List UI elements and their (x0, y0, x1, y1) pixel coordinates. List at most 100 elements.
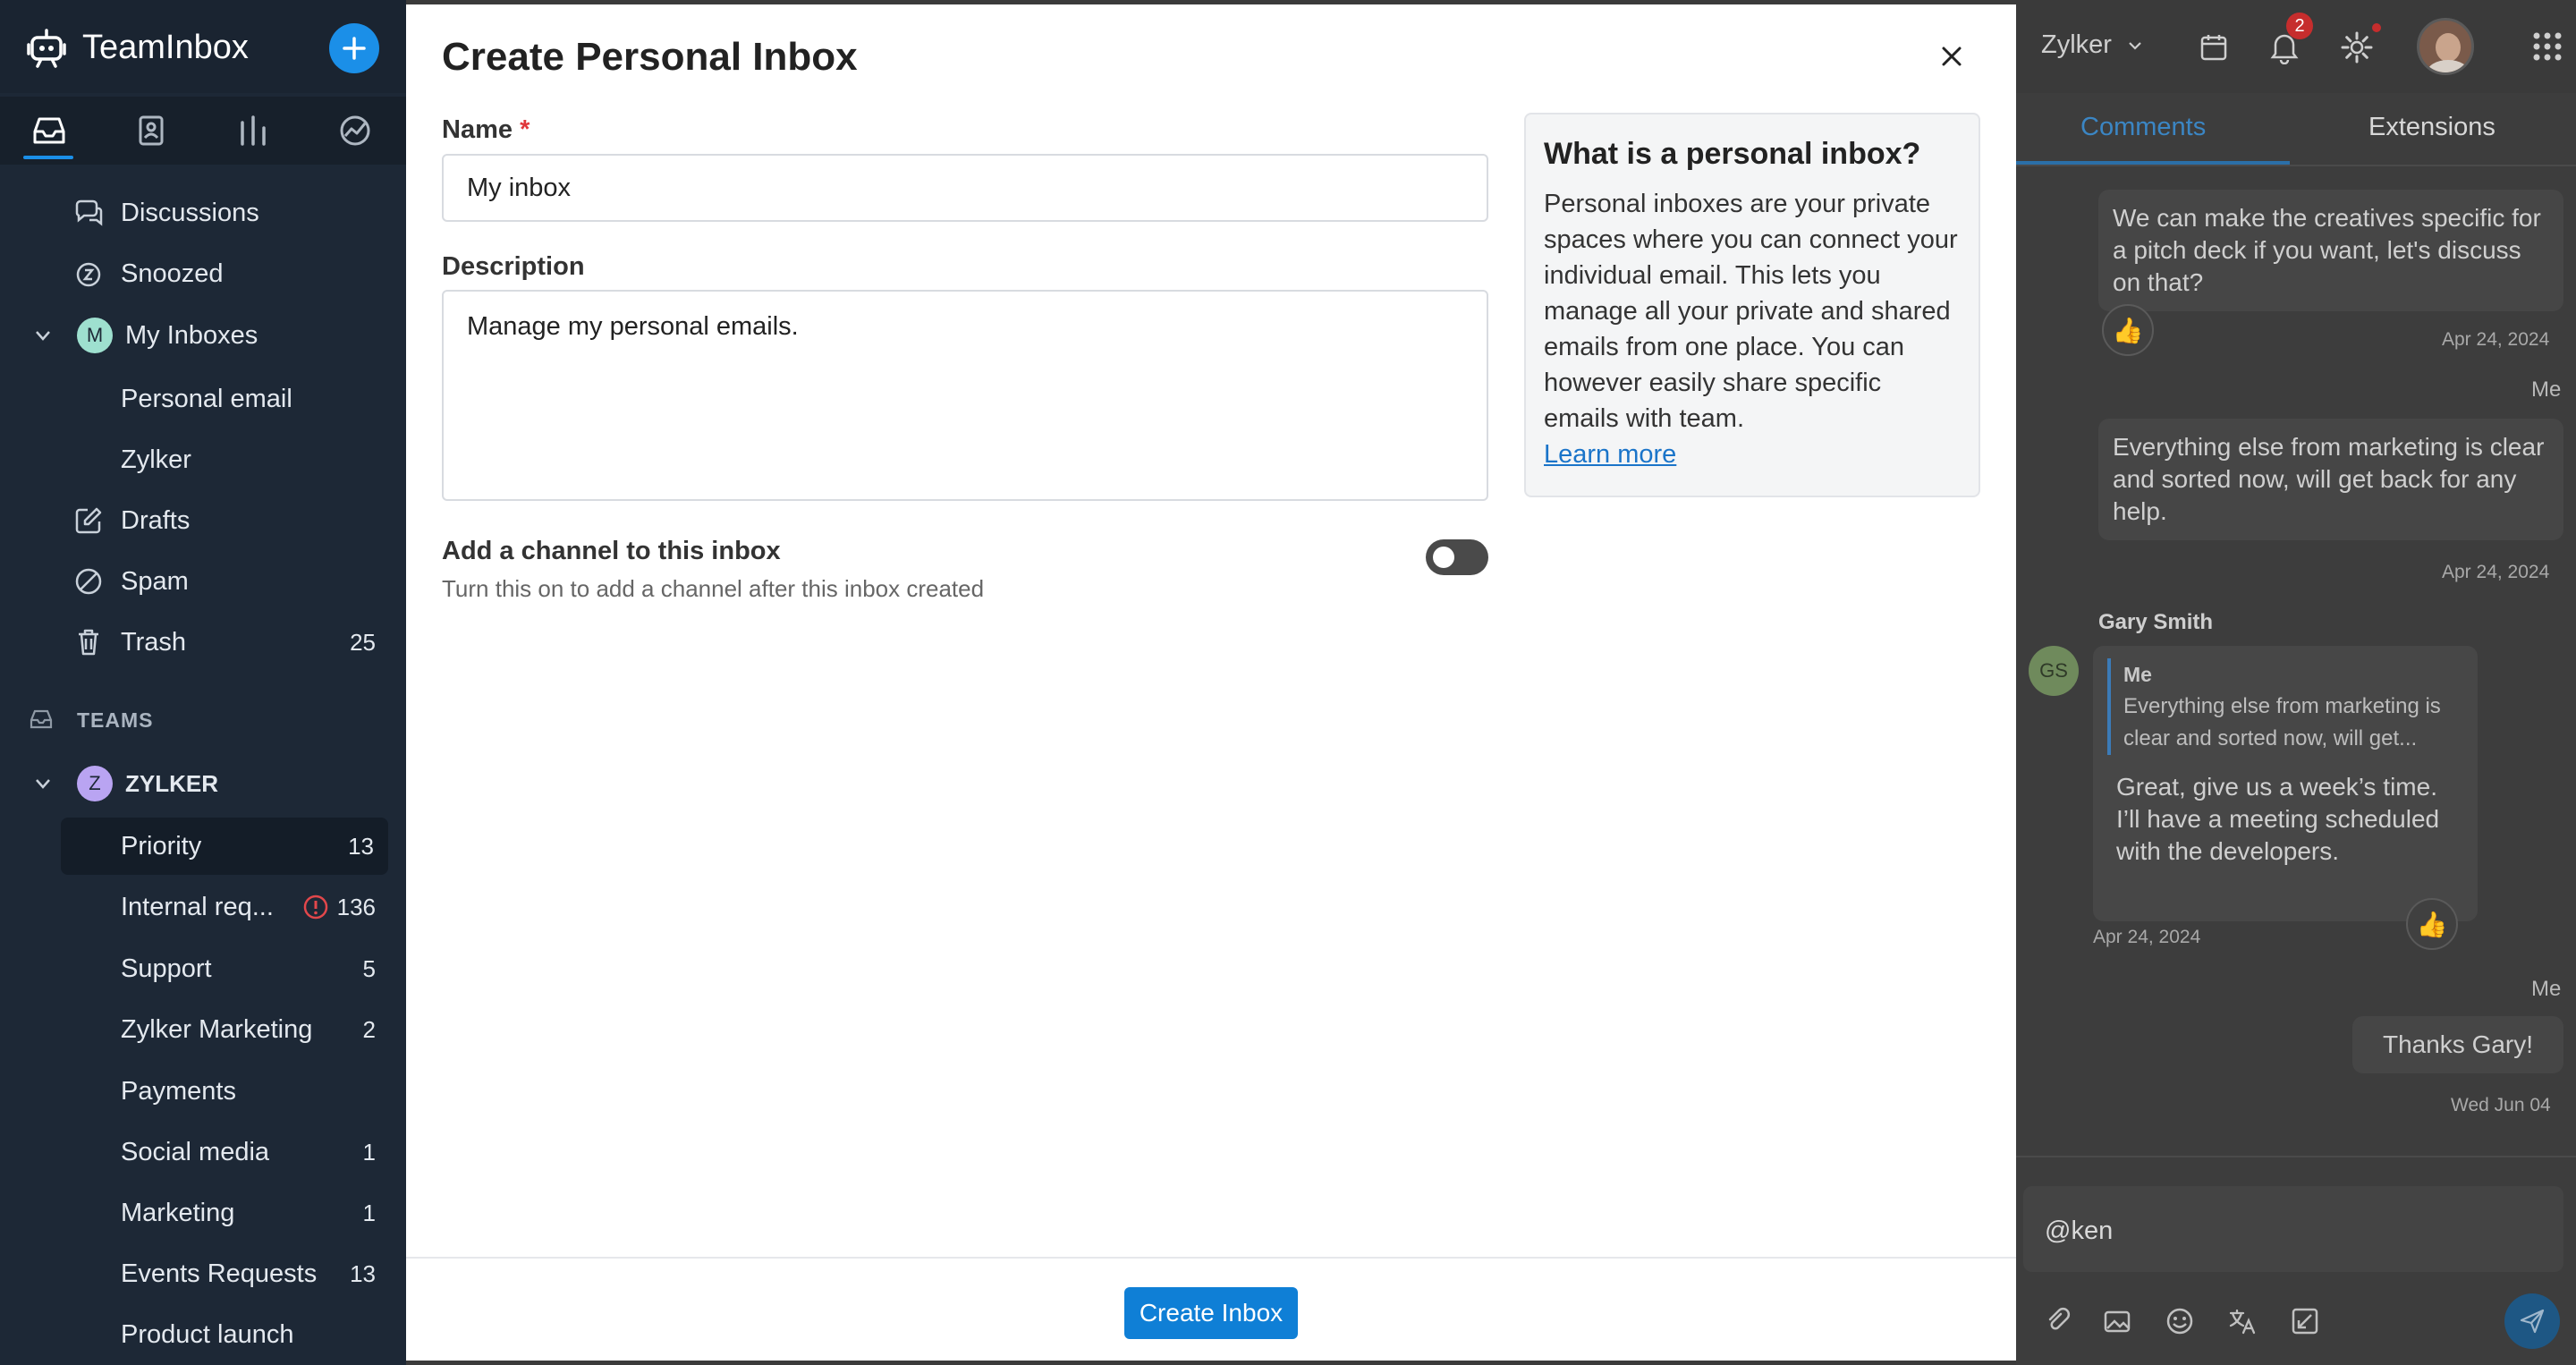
avatar[interactable] (2417, 18, 2474, 75)
reply-text: Great, give us a week’s time. I’ll have … (2116, 773, 2440, 865)
create-inbox-button[interactable]: Create Inbox (1124, 1287, 1298, 1339)
tab-contacts[interactable] (102, 97, 200, 165)
apps-grid-icon[interactable] (2531, 30, 2563, 63)
attachment-icon[interactable] (2043, 1306, 2073, 1336)
notifications-button[interactable]: 2 (2268, 13, 2313, 66)
message-bubble: Everything else from marketing is clear … (2098, 419, 2563, 540)
team-item-zylker-marketing[interactable]: Zylker Marketing 2 (0, 1001, 406, 1058)
team-item-count: 13 (350, 1259, 376, 1287)
team-item-label: Marketing (121, 1198, 235, 1227)
author-avatar: GS (2029, 646, 2079, 696)
sidebar-item-snoozed[interactable]: Snoozed (0, 245, 406, 302)
team-zylker[interactable]: Z ZYLKER (0, 755, 406, 812)
team-item-count: 136 (336, 893, 376, 920)
team-name: ZYLKER (125, 769, 218, 797)
send-button[interactable] (2504, 1293, 2560, 1349)
close-icon[interactable] (1937, 42, 1966, 71)
sidebar-item-discussions[interactable]: Discussions (0, 184, 406, 242)
app-title: TeamInbox (82, 29, 249, 66)
description-label: Description (442, 252, 585, 281)
add-channel-toggle[interactable] (1426, 539, 1488, 575)
sidebar-item-label: Personal email (121, 384, 292, 413)
team-item-label: Internal req... (121, 892, 274, 921)
chevron-down-icon (2129, 42, 2141, 50)
discussions-icon (75, 199, 103, 226)
info-title: What is a personal inbox? (1544, 137, 1921, 171)
team-item-count: 13 (348, 832, 374, 860)
description-textarea[interactable]: Manage my personal emails. (442, 290, 1488, 501)
tab-inbox[interactable] (0, 97, 98, 165)
quote-author: Me (2123, 663, 2152, 686)
comment-input[interactable]: @ken (2023, 1186, 2563, 1272)
inbox-icon (33, 117, 65, 144)
sidebar-item-label: Snoozed (121, 259, 224, 288)
learn-more-link[interactable]: Learn more (1544, 437, 1961, 472)
team-item-marketing[interactable]: Marketing 1 (0, 1184, 406, 1242)
message-author: Gary Smith (2098, 610, 2214, 634)
chevron-down-icon[interactable] (32, 773, 54, 794)
sidebar-item-label: My Inboxes (125, 320, 258, 350)
message-date: Apr 24, 2024 (2093, 927, 2201, 947)
thumbs-up-reaction[interactable]: 👍 (2102, 304, 2154, 356)
settings-dot (2372, 23, 2381, 32)
required-mark: * (520, 115, 530, 144)
sidebar-header: TeamInbox (0, 0, 406, 93)
team-item-social-media[interactable]: Social media 1 (0, 1123, 406, 1181)
active-tab-indicator (2016, 161, 2290, 165)
top-bar: Zylker 2 (2016, 0, 2576, 93)
gear-icon[interactable] (2340, 30, 2374, 64)
create-personal-inbox-dialog: Create Personal Inbox Name * My inbox De… (406, 4, 2016, 1361)
sidebar-item-my-inboxes[interactable]: M My Inboxes (0, 307, 406, 364)
team-item-product-launch[interactable]: Product launch (0, 1306, 406, 1363)
comments-panel: Zylker 2 Comments Extensions We can make… (2016, 0, 2576, 1365)
tab-reports[interactable] (204, 97, 302, 165)
reply-bubble: Me Everything else from marketing is cle… (2093, 646, 2478, 921)
team-item-count: 5 (362, 954, 376, 982)
message-bubble: Thanks Gary! (2352, 1016, 2563, 1073)
thumbs-up-reaction[interactable]: 👍 (2406, 898, 2458, 950)
sidebar-item-label: Drafts (121, 505, 191, 535)
tab-analytics[interactable] (306, 97, 404, 165)
channel-hint: Turn this on to add a channel after this… (442, 575, 985, 602)
team-item-events-requests[interactable]: Events Requests 13 (0, 1245, 406, 1302)
sidebar-item-trash[interactable]: Trash 25 (0, 614, 406, 671)
teams-header: TEAMS (77, 708, 154, 732)
divider (2016, 1156, 2576, 1157)
sidebar-item-drafts[interactable]: Drafts (0, 492, 406, 549)
calendar-icon[interactable] (2199, 32, 2229, 63)
team-item-internal-requests[interactable]: Internal req... 136 (0, 878, 406, 936)
channel-title: Add a channel to this inbox (442, 537, 781, 565)
sidebar-item-zylker[interactable]: Zylker (0, 431, 406, 488)
tab-extensions[interactable]: Extensions (2368, 113, 2496, 142)
sidebar-item-label: Zylker (121, 445, 191, 474)
sidebar-item-personal-email[interactable]: Personal email (0, 370, 406, 428)
message-date: Apr 24, 2024 (2442, 562, 2550, 582)
notification-badge: 2 (2286, 13, 2313, 39)
team-item-payments[interactable]: Payments (0, 1063, 406, 1120)
sidebar-item-spam[interactable]: Spam (0, 553, 406, 610)
name-input[interactable]: My inbox (442, 154, 1488, 222)
team-item-priority[interactable]: Priority 13 (61, 818, 388, 875)
dialog-footer: Create Inbox (406, 1257, 2016, 1361)
emoji-icon[interactable] (2165, 1306, 2195, 1336)
sidebar: TeamInbox Discussions Snoozed M My Inbox… (0, 0, 406, 1365)
snooze-icon (76, 262, 101, 287)
team-item-count: 2 (362, 1015, 376, 1043)
name-label-text: Name (442, 115, 513, 144)
dialog-title: Create Personal Inbox (442, 35, 858, 79)
org-switcher[interactable]: Zylker (2041, 30, 2144, 60)
info-panel: What is a personal inbox? Personal inbox… (1524, 113, 1980, 497)
translate-icon[interactable] (2227, 1306, 2258, 1336)
team-item-support[interactable]: Support 5 (0, 940, 406, 997)
name-label: Name * (442, 115, 530, 145)
tab-comments[interactable]: Comments (2080, 113, 2206, 142)
screenshot-icon[interactable] (2290, 1306, 2320, 1336)
image-icon[interactable] (2102, 1306, 2132, 1336)
info-body: Personal inboxes are your private spaces… (1544, 190, 1958, 433)
chevron-down-icon[interactable] (32, 325, 54, 346)
team-item-label: Payments (121, 1076, 236, 1106)
plus-icon (343, 37, 366, 60)
message-date: Wed Jun 04 (2451, 1095, 2551, 1115)
message-date: Apr 24, 2024 (2442, 329, 2550, 350)
add-button[interactable] (329, 23, 379, 73)
